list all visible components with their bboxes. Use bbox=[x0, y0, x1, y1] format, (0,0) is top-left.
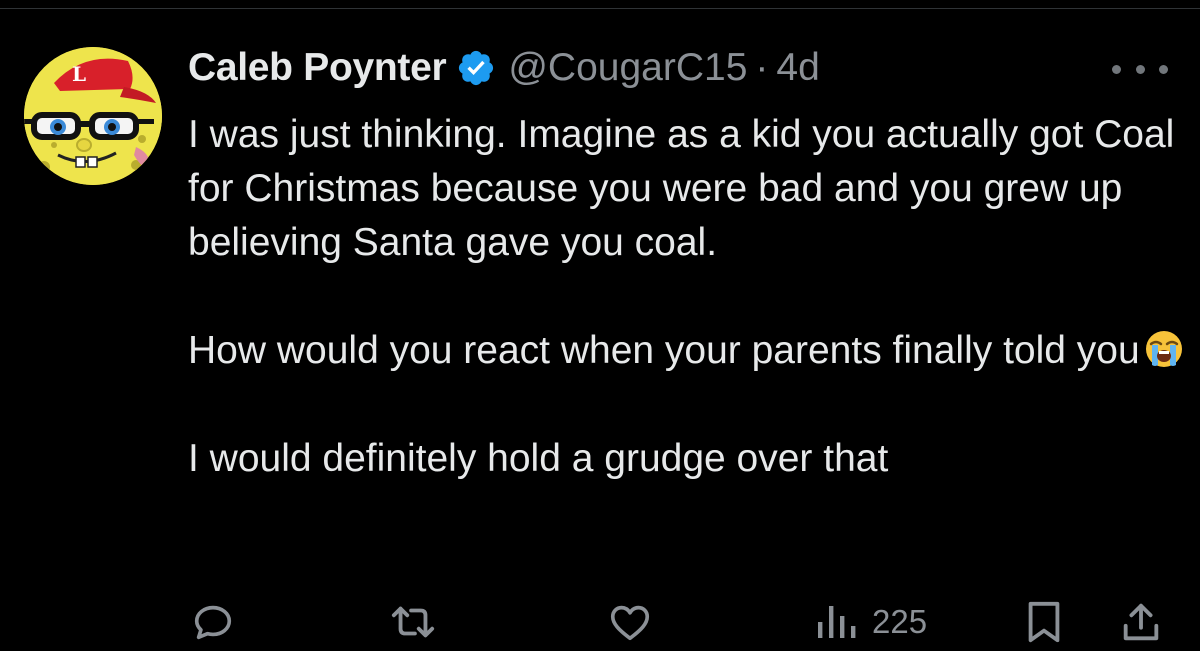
reply-button[interactable] bbox=[190, 596, 236, 648]
more-dot bbox=[1112, 64, 1121, 74]
tweet-paragraph: I was just thinking. Imagine as a kid yo… bbox=[188, 113, 1175, 264]
views-icon bbox=[818, 606, 856, 638]
bookmark-button[interactable] bbox=[1024, 596, 1064, 648]
display-name[interactable]: Caleb Poynter bbox=[188, 46, 447, 90]
more-dot bbox=[1135, 64, 1145, 74]
like-button[interactable] bbox=[606, 596, 654, 648]
avatar-hat-letter: L bbox=[72, 62, 86, 86]
verified-badge-icon[interactable] bbox=[456, 48, 496, 88]
reply-icon bbox=[194, 605, 232, 640]
tweet-text: I was just thinking. Imagine as a kid yo… bbox=[188, 108, 1188, 486]
avatar[interactable]: L bbox=[24, 47, 162, 185]
bookmark-icon bbox=[1028, 601, 1060, 643]
share-icon bbox=[1123, 603, 1159, 641]
tweet-actions: 225 bbox=[0, 596, 1200, 648]
share-button[interactable] bbox=[1118, 596, 1164, 648]
tweet-timestamp[interactable]: 4d bbox=[776, 46, 819, 90]
tweet-header: Caleb Poynter @CougarC15 · 4d bbox=[188, 38, 820, 98]
more-dot bbox=[1159, 64, 1168, 74]
tweet-paragraph: I would definitely hold a grudge over th… bbox=[188, 437, 889, 480]
views-count: 225 bbox=[872, 603, 928, 640]
spongebob-avatar-icon: L bbox=[24, 47, 162, 185]
retweet-button[interactable] bbox=[388, 596, 438, 648]
retweet-icon bbox=[391, 606, 435, 638]
views-button[interactable]: 225 bbox=[814, 596, 927, 648]
tweet[interactable]: L Caleb Poynter @CougarC15 · 4d I was ju… bbox=[0, 0, 1200, 651]
user-handle[interactable]: @CougarC15 bbox=[508, 46, 747, 90]
tweet-paragraph-text: How would you react when your parents fi… bbox=[188, 329, 1140, 372]
like-icon bbox=[610, 605, 650, 641]
more-icon[interactable] bbox=[1112, 58, 1168, 80]
tweet-paragraph: How would you react when your parents fi… bbox=[188, 324, 1188, 378]
loudly-crying-face-emoji bbox=[1144, 329, 1184, 369]
header-separator: · bbox=[755, 46, 769, 89]
